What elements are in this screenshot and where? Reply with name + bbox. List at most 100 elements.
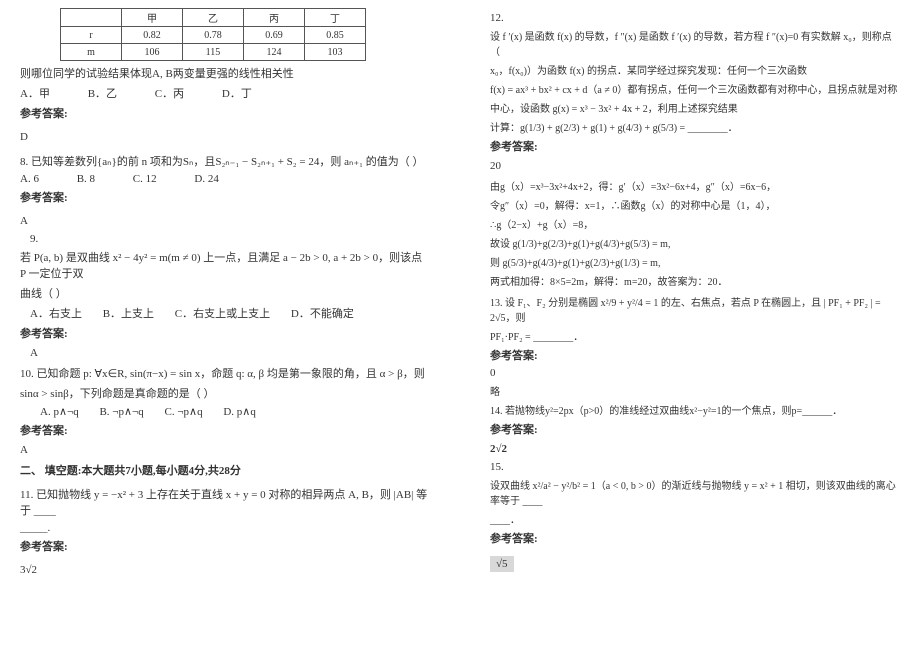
answer-label: 参考答案: <box>490 138 900 154</box>
data-table: 甲 乙 丙 丁 r 0.82 0.78 0.69 0.85 m 106 115 … <box>60 8 366 61</box>
q12-expl4b: 则 g(5/3)+g(4/3)+g(1)+g(2/3)+g(1/3) = m, <box>490 254 900 269</box>
q12-expl1: 由g（x）=x³−3x²+4x+2，得：g′（x）=3x²−6x+4，g″（x）… <box>490 178 900 193</box>
q13-l2: PF₁·PF₂ = ________． <box>490 328 900 343</box>
seg: 故设 g( <box>490 239 521 250</box>
q10-answer: A <box>20 444 430 456</box>
cell: 0.78 <box>183 27 244 44</box>
q12-expl3: ∴g（2−x）+g（x）=8， <box>490 216 900 231</box>
cell: m <box>61 44 122 61</box>
seg: ) + g( <box>639 123 661 134</box>
opt-c: C. ¬p∧q <box>165 405 203 418</box>
q12-title: 12. <box>490 12 900 24</box>
q7-intro: 则哪位同学的试验结果体现A, B两变量更强的线性相关性 <box>20 65 430 81</box>
opt-d: D．不能确定 <box>291 305 354 321</box>
q9-options: A．右支上 B．上支上 C．右支上或上支上 D．不能确定 <box>20 305 430 321</box>
seg: 计算：g( <box>490 123 528 134</box>
seg: ) + g( <box>541 123 563 134</box>
opt-d: D. p∧q <box>223 405 256 418</box>
q7-options: A．甲 B．乙 C．丙 D．丁 <box>20 85 430 101</box>
answer-label: 参考答案: <box>20 325 430 341</box>
q15-l2: ____． <box>490 511 900 526</box>
seg: ) = ________． <box>674 123 738 134</box>
q15-answer: √5 <box>490 556 514 572</box>
th-bing: 丙 <box>244 9 305 27</box>
q12-l2: x₀，f(x₀)）为函数 f(x) 的拐点．某同学经过探究发现：任何一个三次函数 <box>490 62 900 77</box>
cell: 106 <box>122 44 183 61</box>
seg: 则 g( <box>490 258 511 269</box>
opt-d: D. 24 <box>194 173 218 185</box>
answer-label: 参考答案: <box>20 422 430 438</box>
cell: r <box>61 27 122 44</box>
answer-label: 参考答案: <box>20 189 430 205</box>
q12-expl5: 两式相加得：8×5=2m，解得：m=20，故答案为：20． <box>490 273 900 288</box>
opt-a: A. p∧¬q <box>40 405 79 418</box>
answer-label: 参考答案: <box>490 421 900 437</box>
cell: 115 <box>183 44 244 61</box>
q15-l1: 设双曲线 x²/a² − y²/b² = 1（a < 0, b > 0）的渐近线… <box>490 477 900 507</box>
cell: 124 <box>244 44 305 61</box>
opt-d: D．丁 <box>222 85 252 101</box>
table-row: r 0.82 0.78 0.69 0.85 <box>61 27 366 44</box>
answer-label: 参考答案: <box>490 347 900 363</box>
opt-c: C．丙 <box>155 85 184 101</box>
q12-expl2: 令g″（x）=0，解得：x=1，∴函数g（x）的对称中心是（1，4）， <box>490 197 900 212</box>
seg: )+g( <box>534 239 551 250</box>
q12-answer: 20 <box>490 160 900 172</box>
opt-c: C. 12 <box>133 173 157 185</box>
seg: ) = m, <box>646 239 670 250</box>
q12-l5: 计算：g(1/3) + g(2/3) + g(1) + g(4/3) + g(5… <box>490 119 900 134</box>
answer-label: 参考答案: <box>20 105 430 121</box>
th-ding: 丁 <box>305 9 366 27</box>
q13-l1: 13. 设 F₁、F₂ 分别是椭圆 x²/9 + y²/4 = 1 的左、右焦点… <box>490 294 900 324</box>
q10-options: A. p∧¬q B. ¬p∧¬q C. ¬p∧q D. p∧q <box>20 405 430 418</box>
q13-answer2: 略 <box>490 383 900 398</box>
q7-answer: D <box>20 131 430 143</box>
th-jia: 甲 <box>122 9 183 27</box>
opt-a: A. 6 <box>20 173 39 185</box>
seg: )+g( <box>524 258 541 269</box>
opt-b: B．上支上 <box>103 305 154 321</box>
opt-a: A．右支上 <box>30 305 82 321</box>
answer-label: 参考答案: <box>490 530 900 546</box>
opt-b: B. ¬p∧¬q <box>99 405 143 418</box>
q11-blankline: _____. <box>20 522 430 534</box>
cell: 0.82 <box>122 27 183 44</box>
opt-c: C．右支上或上支上 <box>175 305 270 321</box>
left-column: 甲 乙 丙 丁 r 0.82 0.78 0.69 0.85 m 106 115 … <box>0 0 460 651</box>
q9-answer: A <box>20 347 430 359</box>
q8-answer: A <box>20 215 430 227</box>
q11-answer: 3√2 <box>20 564 430 576</box>
cell: 103 <box>305 44 366 61</box>
q14-stem: 14. 若抛物线y²=2px（p>0）的准线经过双曲线x²−y²=1的一个焦点，… <box>490 402 900 417</box>
q12-l3: f(x) = ax³ + bx² + cx + d（a ≠ 0）都有拐点，任何一… <box>490 81 900 96</box>
page: 甲 乙 丙 丁 r 0.82 0.78 0.69 0.85 m 106 115 … <box>0 0 920 651</box>
q14-answer: 2√2 <box>490 443 900 455</box>
q12-l1: 设 f ′(x) 是函数 f(x) 的导数，f ″(x) 是函数 f ′(x) … <box>490 28 900 58</box>
right-column: 12. 设 f ′(x) 是函数 f(x) 的导数，f ″(x) 是函数 f ′… <box>460 0 920 651</box>
answer-label: 参考答案: <box>20 538 430 554</box>
q8-stem: 8. 已知等差数列{aₙ}的前 n 项和为Sₙ，且S₂ₙ₋₁ − S₂ₙ₊₁ +… <box>20 153 430 169</box>
seg: ) = m, <box>636 258 660 269</box>
th-blank <box>61 9 122 27</box>
table-row: m 106 115 124 103 <box>61 44 366 61</box>
opt-a: A．甲 <box>20 85 50 101</box>
opt-b: B．乙 <box>88 85 117 101</box>
seg: ) + g(1) + g( <box>576 123 626 134</box>
table-row: 甲 乙 丙 丁 <box>61 9 366 27</box>
q10-stem1: 10. 已知命题 p: ∀x∈R, sin(π−x) = sin x，命题 q:… <box>20 365 430 381</box>
q15-title: 15. <box>490 461 900 473</box>
q9-stem2: 曲线（ ） <box>20 285 430 301</box>
q13-answer: 0 <box>490 367 900 379</box>
q10-stem2: sinα > sinβ，下列命题是真命题的是（ ） <box>20 385 430 401</box>
q12-expl4a: 故设 g(1/3)+g(2/3)+g(1)+g(4/3)+g(5/3) = m, <box>490 235 900 250</box>
seg: )+g(1)+g( <box>554 258 594 269</box>
q15-answer-wrap: √5 <box>490 556 900 572</box>
q8-options: A. 6 B. 8 C. 12 D. 24 <box>20 173 430 185</box>
q9-title: 9. <box>20 233 430 245</box>
th-yi: 乙 <box>183 9 244 27</box>
cell: 0.69 <box>244 27 305 44</box>
cell: 0.85 <box>305 27 366 44</box>
q9-stem1: 若 P(a, b) 是双曲线 x² − 4y² = m(m ≠ 0) 上一点，且… <box>20 249 430 281</box>
section-2-title: 二、 填空题:本大题共7小题,每小题4分,共28分 <box>20 462 430 478</box>
q12-l4: 中心，设函数 g(x) = x³ − 3x² + 4x + 2，利用上述探究结果 <box>490 100 900 115</box>
